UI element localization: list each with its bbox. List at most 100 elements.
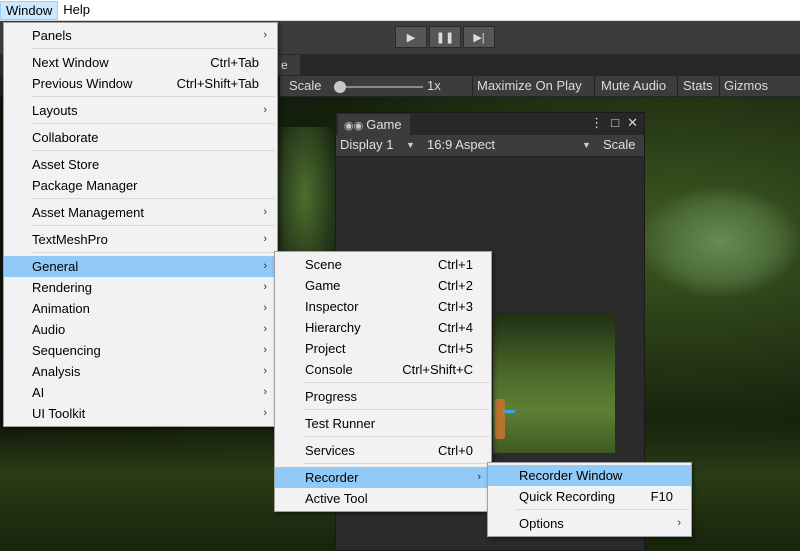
menu-item-game[interactable]: Game Ctrl+2 — [275, 275, 491, 296]
menu-item-options[interactable]: Options › — [488, 513, 691, 534]
chevron-right-icon: › — [263, 323, 267, 335]
menu-item-progress[interactable]: Progress — [275, 386, 491, 407]
toolbar-divider — [719, 76, 720, 97]
display-dropdown[interactable]: Display 1 — [340, 137, 393, 152]
menu-separator — [32, 150, 275, 151]
chevron-right-icon: › — [263, 302, 267, 314]
menu-item-label: Panels — [32, 28, 72, 43]
play-button[interactable]: ▶ — [395, 26, 427, 48]
menu-item-hierarchy[interactable]: Hierarchy Ctrl+4 — [275, 317, 491, 338]
step-icon: ▶| — [473, 31, 485, 44]
scene-toolbar: Scale 1x Maximize On Play Mute Audio Sta… — [280, 76, 800, 97]
menu-separator — [516, 509, 689, 510]
menu-separator — [32, 225, 275, 226]
menu-item-recorder[interactable]: Recorder › — [275, 467, 491, 488]
menu-item-quick-recording[interactable]: Quick Recording F10 — [488, 486, 691, 507]
chevron-right-icon: › — [263, 260, 267, 272]
menu-item-recorder-window[interactable]: Recorder Window — [488, 465, 691, 486]
menu-item-project[interactable]: Project Ctrl+5 — [275, 338, 491, 359]
chevron-right-icon: › — [263, 407, 267, 419]
menu-item-shortcut: Ctrl+4 — [437, 320, 473, 335]
menu-item-label: UI Toolkit — [32, 406, 86, 421]
menu-item-asset-store[interactable]: Asset Store — [4, 154, 277, 175]
menu-item-inspector[interactable]: Inspector Ctrl+3 — [275, 296, 491, 317]
menu-separator — [32, 123, 275, 124]
chevron-right-icon: › — [263, 365, 267, 377]
maximize-icon[interactable]: □ — [611, 115, 619, 131]
menu-window[interactable]: Window — [0, 0, 59, 20]
gizmos-toggle[interactable]: Gizmos — [724, 78, 768, 93]
menu-item-services[interactable]: Services Ctrl+0 — [275, 440, 491, 461]
menu-item-layouts[interactable]: Layouts › — [4, 100, 277, 121]
recorder-submenu: Recorder Window Quick Recording F10 Optio… — [487, 462, 692, 537]
menu-item-analysis[interactable]: Analysis › — [4, 361, 277, 382]
game-render[interactable] — [493, 313, 615, 453]
menu-separator — [303, 409, 489, 410]
menu-item-package-manager[interactable]: Package Manager — [4, 175, 277, 196]
chevron-down-icon: ▼ — [582, 140, 591, 150]
menu-separator — [32, 96, 275, 97]
scale-slider-knob[interactable] — [334, 81, 346, 93]
menu-item-asset-management[interactable]: Asset Management › — [4, 202, 277, 223]
step-button[interactable]: ▶| — [463, 26, 495, 48]
menu-item-label: General — [32, 259, 79, 274]
game-toolbar: Display 1 ▼ 16:9 Aspect ▼ Scale — [336, 135, 644, 157]
menu-item-shortcut: Ctrl+Shift+Tab — [176, 76, 259, 91]
menu-item-label: Sequencing — [32, 343, 101, 358]
menu-separator — [32, 48, 275, 49]
menu-item-shortcut: Ctrl+1 — [437, 257, 473, 272]
menu-item-textmeshpro[interactable]: TextMeshPro › — [4, 229, 277, 250]
menu-item-label: Next Window — [32, 55, 109, 70]
menu-separator — [303, 463, 489, 464]
menu-item-label: Test Runner — [305, 416, 376, 431]
stats-toggle[interactable]: Stats — [683, 78, 713, 93]
menu-item-console[interactable]: Console Ctrl+Shift+C — [275, 359, 491, 380]
menu-item-label: Animation — [32, 301, 90, 316]
scale-slider-track[interactable] — [338, 86, 423, 88]
aspect-dropdown[interactable]: 16:9 Aspect — [427, 137, 495, 152]
menu-help[interactable]: Help — [58, 1, 95, 20]
menu-separator — [303, 382, 489, 383]
menu-item-panels[interactable]: Panels › — [4, 25, 277, 46]
scale-value: 1x — [427, 78, 441, 93]
menu-item-label: Asset Management — [32, 205, 145, 220]
menu-item-previous-window[interactable]: Previous Window Ctrl+Shift+Tab — [4, 73, 277, 94]
window-menu: Panels › Next Window Ctrl+Tab Previous Win… — [3, 22, 278, 427]
more-options-icon[interactable]: ⋮ — [590, 115, 603, 131]
menu-item-ui-toolkit[interactable]: UI Toolkit › — [4, 403, 277, 424]
menu-item-test-runner[interactable]: Test Runner — [275, 413, 491, 434]
game-scale-label: Scale — [603, 137, 636, 152]
menu-item-scene[interactable]: Scene Ctrl+1 — [275, 254, 491, 275]
close-icon[interactable]: ✕ — [627, 115, 638, 131]
menu-item-shortcut: Ctrl+5 — [437, 341, 473, 356]
menu-item-label: TextMeshPro — [32, 232, 108, 247]
general-submenu: Scene Ctrl+1 Game Ctrl+2 Inspector Ctrl+3 H… — [274, 251, 492, 512]
game-tab-bar: ◉◉ Game ⋮ □ ✕ — [336, 113, 644, 135]
menu-separator — [32, 198, 275, 199]
menu-bar: Window Help — [0, 0, 800, 21]
menu-separator — [303, 436, 489, 437]
playback-controls: ▶ ❚❚ ▶| — [395, 26, 495, 48]
menu-item-rendering[interactable]: Rendering › — [4, 277, 277, 298]
maximize-on-play-toggle[interactable]: Maximize On Play — [477, 78, 582, 93]
menu-item-shortcut: F10 — [650, 489, 673, 504]
menu-item-next-window[interactable]: Next Window Ctrl+Tab — [4, 52, 277, 73]
menu-item-label: Inspector — [305, 299, 359, 314]
pause-button[interactable]: ❚❚ — [429, 26, 461, 48]
chevron-right-icon: › — [263, 386, 267, 398]
menu-item-ai[interactable]: AI › — [4, 382, 277, 403]
game-tab[interactable]: ◉◉ Game — [338, 114, 410, 135]
scale-label: Scale — [289, 78, 322, 93]
menu-item-collaborate[interactable]: Collaborate — [4, 127, 277, 148]
menu-item-active-tool[interactable]: Active Tool — [275, 488, 491, 509]
menu-item-sequencing[interactable]: Sequencing › — [4, 340, 277, 361]
menu-item-animation[interactable]: Animation › — [4, 298, 277, 319]
mute-audio-toggle[interactable]: Mute Audio — [601, 78, 666, 93]
menu-item-audio[interactable]: Audio › — [4, 319, 277, 340]
menu-item-shortcut: Ctrl+Shift+C — [402, 362, 473, 377]
chevron-right-icon: › — [677, 517, 681, 529]
chevron-right-icon: › — [263, 206, 267, 218]
menu-item-shortcut: Ctrl+2 — [437, 278, 473, 293]
scene-tab-fragment[interactable]: e — [278, 55, 300, 75]
menu-item-general[interactable]: General › — [4, 256, 277, 277]
